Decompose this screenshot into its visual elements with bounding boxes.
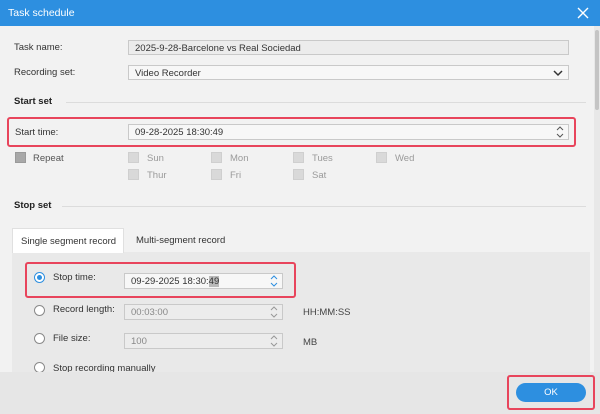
record-length-unit: HH:MM:SS: [303, 307, 351, 318]
record-length-input[interactable]: 00:03:00: [124, 304, 283, 320]
fri-checkbox[interactable]: [211, 169, 222, 180]
sat-label: Sat: [312, 170, 327, 181]
wed-checkbox[interactable]: [376, 152, 387, 163]
file-size-value: 100: [131, 336, 147, 347]
scrollbar[interactable]: [594, 26, 600, 372]
repeat-checkbox[interactable]: [15, 152, 26, 163]
fri-label: Fri: [230, 170, 242, 181]
file-size-radio[interactable]: [34, 333, 45, 344]
file-size-unit: MB: [303, 337, 318, 348]
recording-set-label: Recording set:: [14, 67, 76, 78]
sun-label: Sun: [147, 153, 164, 164]
record-length-value: 00:03:00: [131, 307, 168, 318]
record-length-label: Record length:: [53, 304, 115, 315]
file-size-input[interactable]: 100: [124, 333, 283, 349]
stop-set-title: Stop set: [14, 200, 52, 211]
mon-checkbox[interactable]: [211, 152, 222, 163]
task-name-label: Task name:: [14, 42, 63, 53]
file-size-label: File size:: [53, 333, 91, 344]
tab-multi-segment[interactable]: Multi-segment record: [128, 228, 233, 253]
start-set-title: Start set: [14, 96, 53, 107]
chevron-down-icon: [553, 70, 563, 77]
title-bar: Task schedule: [0, 0, 600, 26]
spin-arrows-icon[interactable]: [270, 305, 278, 319]
start-time-highlight: [7, 117, 576, 147]
window-title: Task schedule: [8, 7, 75, 19]
recording-set-select[interactable]: Video Recorder: [128, 65, 569, 80]
task-name-input[interactable]: 2025-9-28-Barcelone vs Real Sociedad: [128, 40, 569, 55]
sun-checkbox[interactable]: [128, 152, 139, 163]
repeat-label: Repeat: [33, 153, 64, 164]
thur-checkbox[interactable]: [128, 169, 139, 180]
recording-set-value: Video Recorder: [135, 68, 201, 79]
spin-arrows-icon[interactable]: [270, 334, 278, 348]
thur-label: Thur: [147, 170, 167, 181]
mon-label: Mon: [230, 153, 249, 164]
close-icon[interactable]: [574, 4, 592, 22]
tab-single-segment[interactable]: Single segment record: [12, 228, 124, 253]
tues-label: Tues: [312, 153, 333, 164]
tues-checkbox[interactable]: [293, 152, 304, 163]
wed-label: Wed: [395, 153, 415, 164]
ok-button-highlight: [507, 375, 595, 410]
stop-set-divider: [62, 206, 586, 207]
stop-time-highlight: [25, 262, 296, 298]
record-length-radio[interactable]: [34, 305, 45, 316]
sat-checkbox[interactable]: [293, 169, 304, 180]
start-set-divider: [66, 102, 586, 103]
scrollbar-thumb[interactable]: [595, 30, 599, 110]
